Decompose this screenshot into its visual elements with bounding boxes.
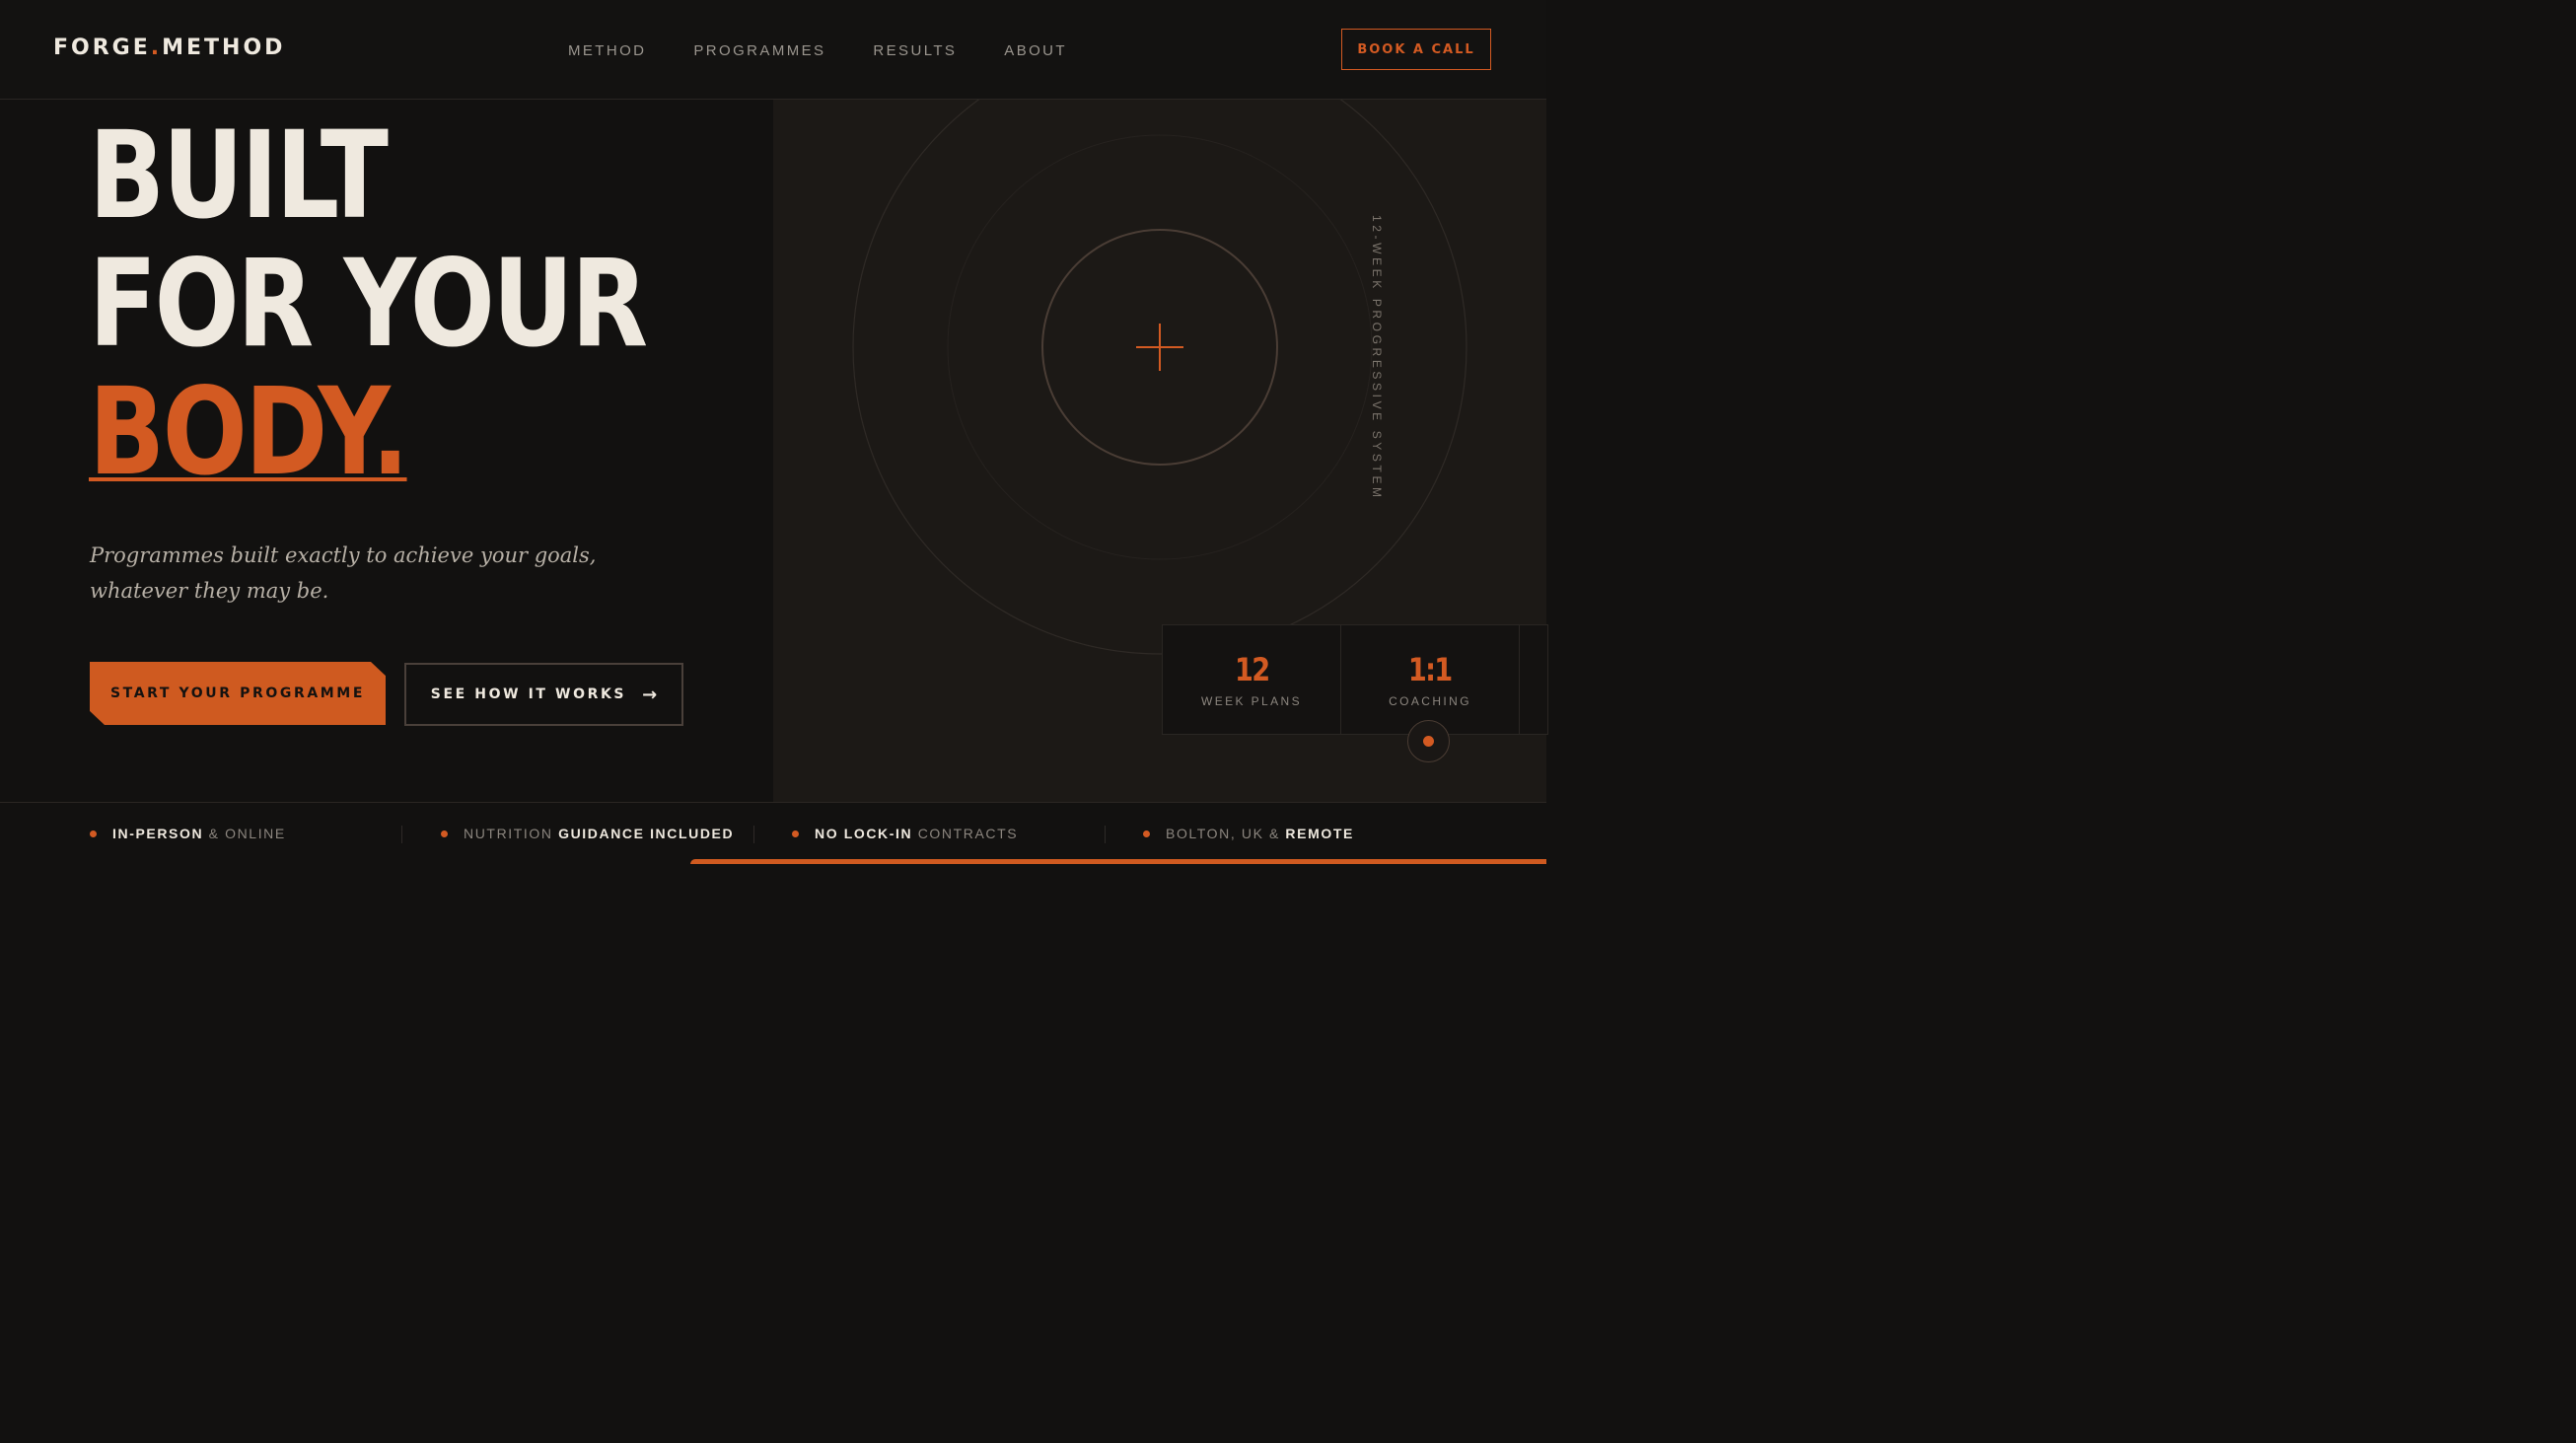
start-programme-button[interactable]: START YOUR PROGRAMME	[90, 662, 386, 725]
hero-headline: BUILT FOR YOUR BODY.	[89, 106, 648, 496]
strip-item-location: BOLTON, UK & REMOTE	[1143, 826, 1354, 841]
stat-label: WEEK PLANS	[1200, 694, 1303, 708]
stat-week-plans: 12 WEEK PLANS	[1163, 625, 1341, 734]
top-nav: FORGE.METHOD METHOD PROGRAMMES RESULTS A…	[0, 0, 1546, 100]
strip-item-in-person: IN-PERSON & ONLINE	[90, 826, 286, 841]
brand-logo[interactable]: FORGE.METHOD	[53, 36, 285, 60]
bullet-icon	[1143, 830, 1150, 837]
arrow-right-icon: →	[642, 684, 658, 705]
bullet-icon	[90, 830, 97, 837]
headline-line-2: FOR YOUR	[89, 234, 648, 374]
strip-text: BOLTON, UK &	[1166, 826, 1286, 841]
strip-bold-text: IN-PERSON	[112, 826, 204, 841]
strip-item-nutrition: NUTRITION GUIDANCE INCLUDED	[441, 826, 734, 841]
strip-bold-text: NO LOCK-IN	[815, 826, 913, 841]
logo-dot: .	[150, 36, 163, 60]
vertical-system-label: 12-WEEK PROGRESSIVE SYSTEM	[1370, 215, 1384, 501]
strip-divider	[1105, 826, 1106, 843]
carousel-dot-button[interactable]	[1407, 720, 1450, 762]
nav-links: METHOD PROGRAMMES RESULTS ABOUT	[568, 42, 1067, 59]
strip-text: CONTRACTS	[912, 826, 1019, 841]
headline-line-3: BODY.	[89, 362, 409, 502]
subtitle-line-2: whatever they may be.	[90, 579, 329, 603]
strip-item-no-lock-in: NO LOCK-IN CONTRACTS	[792, 826, 1018, 841]
active-dot-icon	[1423, 736, 1434, 747]
bullet-icon	[441, 830, 448, 837]
see-how-it-works-label: SEE HOW IT WORKS	[430, 686, 627, 702]
bullet-icon	[792, 830, 799, 837]
stats-panel: 12 WEEK PLANS 1:1 COACHING	[1162, 624, 1548, 735]
hero-subtitle: Programmes built exactly to achieve your…	[90, 538, 603, 609]
strip-bold-text: GUIDANCE INCLUDED	[558, 826, 735, 841]
strip-bold-text: REMOTE	[1285, 826, 1354, 841]
plus-icon	[1136, 324, 1183, 371]
see-how-it-works-button[interactable]: SEE HOW IT WORKS →	[404, 663, 683, 726]
nav-link-method[interactable]: METHOD	[568, 42, 646, 59]
hero-left: BUILT FOR YOUR BODY. Programmes built ex…	[0, 100, 773, 802]
stat-coaching: 1:1 COACHING	[1341, 625, 1520, 734]
strip-text: NUTRITION	[464, 826, 559, 841]
nav-link-results[interactable]: RESULTS	[873, 42, 957, 59]
strip-divider	[753, 826, 754, 843]
headline-line-1: BUILT	[89, 106, 389, 246]
stat-value: 1:1	[1408, 651, 1453, 688]
nav-link-about[interactable]: ABOUT	[1004, 42, 1067, 59]
scroll-progress-bar	[690, 859, 1546, 864]
book-a-call-button[interactable]: BOOK A CALL	[1341, 29, 1491, 70]
subtitle-line-1: Programmes built exactly to achieve your…	[90, 543, 597, 567]
stat-value: 12	[1234, 651, 1270, 688]
stat-label: COACHING	[1389, 694, 1471, 708]
logo-text-left: FORGE	[53, 36, 151, 60]
logo-text-right: METHOD	[162, 36, 286, 60]
strip-text: & ONLINE	[203, 826, 286, 841]
strip-divider	[401, 826, 402, 843]
nav-link-programmes[interactable]: PROGRAMMES	[693, 42, 825, 59]
